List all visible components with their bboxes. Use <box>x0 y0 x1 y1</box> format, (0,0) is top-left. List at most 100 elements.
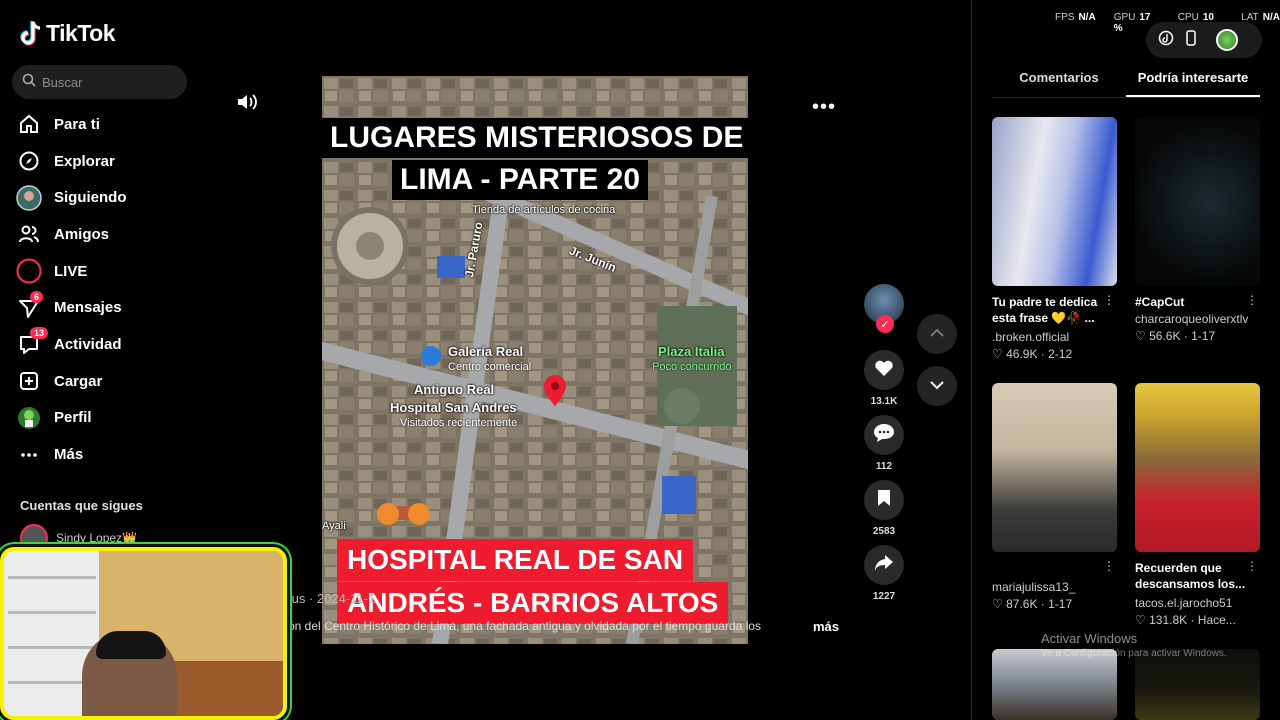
map-label-shop: Tienda de artículos de cocina <box>472 204 616 216</box>
sidebar-item-para-ti[interactable]: Para ti <box>16 106 196 143</box>
suggested-video-card[interactable] <box>992 649 1117 720</box>
sidebar-item-live[interactable]: LIVE <box>16 253 196 290</box>
heart-outline-icon: ♡ <box>992 597 1007 611</box>
panel-divider <box>971 0 972 720</box>
suggested-video-card[interactable]: Tu padre te dedica esta frase 💛🥀 ... .br… <box>992 117 1117 361</box>
like-button[interactable] <box>864 350 904 390</box>
suggested-video-card[interactable] <box>1135 649 1260 720</box>
message-count-badge: 6 <box>30 290 44 303</box>
user-avatar[interactable] <box>1216 29 1238 51</box>
sidebar-item-explorar[interactable]: Explorar <box>16 143 196 180</box>
video-caption: ón del Centro Histórico de Lima, una fac… <box>288 619 761 633</box>
activity-count-badge: 13 <box>30 327 49 340</box>
fps-label: FPS <box>1055 12 1075 23</box>
search-input[interactable] <box>42 74 182 90</box>
suggested-video-card[interactable]: #CapCut charcaroqueoliverxtlv ♡ 56.6K · … <box>1135 117 1260 343</box>
video-player[interactable]: Tienda de artículos de cocina Jr. Junín … <box>322 76 748 644</box>
tab-podria-interesarte[interactable]: Podría interesarte <box>1126 70 1260 97</box>
video-author-date[interactable]: .us · 2024-11-1 <box>288 591 375 606</box>
tiktok-coin-icon[interactable] <box>1158 30 1174 51</box>
tab-comentarios[interactable]: Comentarios <box>992 70 1126 97</box>
share-count: 1227 <box>872 591 896 602</box>
card-user[interactable]: .broken.official <box>992 330 1117 344</box>
like-action[interactable]: 13.1K <box>863 350 905 407</box>
heart-icon <box>874 359 894 382</box>
chevron-up-icon <box>929 325 945 343</box>
comment-button[interactable] <box>864 415 904 455</box>
comment-action[interactable]: 112 <box>863 415 905 472</box>
sidebar-item-label: Explorar <box>54 152 115 170</box>
sidebar-item-label: Mensajes <box>54 299 122 317</box>
live-icon <box>16 258 42 284</box>
video-thumbnail[interactable] <box>992 383 1117 552</box>
map-label-hospital: Antiguo Real <box>414 382 495 397</box>
phone-icon[interactable] <box>1184 29 1198 51</box>
share-button[interactable] <box>864 545 904 585</box>
card-user[interactable]: mariajulissa13_ <box>992 580 1117 594</box>
card-options-icon[interactable]: ⋮ <box>1103 559 1115 573</box>
caption-more-link[interactable]: más <box>813 619 839 634</box>
save-action[interactable]: 2583 <box>863 480 905 537</box>
creator-avatar[interactable]: ✓ <box>864 284 904 333</box>
video-options-button[interactable]: ••• <box>812 96 836 119</box>
more-icon <box>16 442 42 468</box>
panel-tabs: Comentarios Podría interesarte <box>992 70 1260 98</box>
map-label-plaza-sub: Poco concurrido <box>652 361 732 373</box>
sidebar-item-label: Actividad <box>54 335 122 353</box>
volume-button[interactable] <box>236 92 258 117</box>
sidebar-item-amigos[interactable]: Amigos <box>16 216 196 253</box>
map-label-hospital-sub: Visitados recientemente <box>400 417 518 429</box>
card-options-icon[interactable]: ⋮ <box>1103 293 1115 307</box>
following-avatar-icon <box>16 184 42 211</box>
card-stats: ♡ 46.9K · 2-12 <box>992 347 1117 361</box>
following-section-title: Cuentas que sigues <box>20 498 143 513</box>
suggested-video-card[interactable]: mariajulissa13_ ♡ 87.6K · 1-17 ⋮ <box>992 383 1117 611</box>
windows-activation-subtext: Ve a Configuración para activar Windows. <box>1041 648 1227 659</box>
next-video-button[interactable] <box>917 366 957 406</box>
video-thumbnail[interactable] <box>992 649 1117 720</box>
chevron-down-icon <box>929 377 945 395</box>
sidebar-item-label: Amigos <box>54 225 110 243</box>
more-horizontal-icon: ••• <box>812 96 837 118</box>
sidebar-item-cargar[interactable]: Cargar <box>16 363 196 400</box>
video-subtitle-line2: ANDRÉS - BARRIOS ALTOS <box>337 582 729 624</box>
search-box[interactable] <box>12 65 187 99</box>
suggested-video-card[interactable]: Recuerden que descansamos los... tacos.e… <box>1135 383 1260 627</box>
card-options-icon[interactable]: ⋮ <box>1246 559 1258 573</box>
sidebar-item-siguiendo[interactable]: Siguiendo <box>16 179 196 216</box>
card-options-icon[interactable]: ⋮ <box>1246 293 1258 307</box>
bookmark-icon <box>877 489 891 512</box>
message-icon: 6 <box>16 290 44 321</box>
sidebar-item-label: Más <box>54 446 84 464</box>
card-stats-text: 87.6K · 1-17 <box>1006 597 1073 611</box>
sidebar-item-label: Para ti <box>54 115 100 133</box>
tiktok-logo[interactable]: TikTok <box>20 20 116 47</box>
card-user[interactable]: tacos.el.jarocho51 <box>1135 596 1260 610</box>
sidebar-item-actividad[interactable]: 13 Actividad <box>16 326 196 363</box>
compass-icon <box>16 148 42 174</box>
video-title-line1: LUGARES MISTERIOSOS DE <box>322 118 748 158</box>
video-thumbnail[interactable] <box>1135 649 1260 720</box>
sidebar-item-label: Perfil <box>54 409 92 427</box>
follow-check-icon[interactable]: ✓ <box>876 315 894 333</box>
save-button[interactable] <box>864 480 904 520</box>
video-actions: ✓ 13.1K 112 2583 1227 <box>863 284 905 610</box>
share-action[interactable]: 1227 <box>863 545 905 602</box>
card-user[interactable]: charcaroqueoliverxtlv <box>1135 312 1260 326</box>
sidebar-item-mas[interactable]: Más <box>16 436 196 473</box>
previous-video-button[interactable] <box>917 314 957 354</box>
video-thumbnail[interactable] <box>1135 383 1260 552</box>
heart-outline-icon: ♡ <box>1135 613 1150 627</box>
video-thumbnail[interactable] <box>992 117 1117 286</box>
sidebar-item-label: Siguiendo <box>54 189 127 207</box>
sidebar-item-perfil[interactable]: Perfil <box>16 400 196 437</box>
comment-count: 112 <box>875 461 893 472</box>
sidebar-item-mensajes[interactable]: 6 Mensajes <box>16 289 196 326</box>
top-right-toolbar <box>1146 22 1262 58</box>
brand-name: TikTok <box>46 20 116 46</box>
sidebar-item-label: Cargar <box>54 372 103 390</box>
webcam-overlay <box>0 547 287 720</box>
windows-activation-watermark: Activar Windows <box>1041 631 1138 646</box>
video-subtitle-line1: HOSPITAL REAL DE SAN <box>337 539 694 581</box>
video-thumbnail[interactable] <box>1135 117 1260 286</box>
